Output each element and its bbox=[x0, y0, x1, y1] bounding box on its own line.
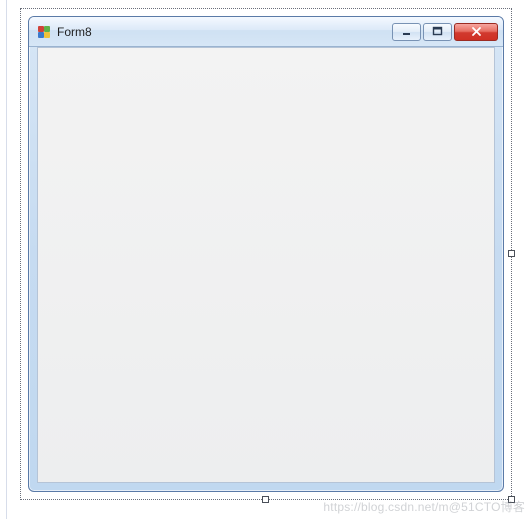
maximize-button[interactable] bbox=[423, 23, 452, 41]
window-control-buttons bbox=[392, 23, 498, 41]
window-title: Form8 bbox=[57, 25, 392, 39]
close-button[interactable] bbox=[454, 23, 498, 41]
form-client-area[interactable] bbox=[37, 47, 495, 483]
close-icon bbox=[470, 26, 483, 37]
ruler-guide bbox=[6, 0, 7, 519]
minimize-icon bbox=[401, 26, 412, 37]
minimize-button[interactable] bbox=[392, 23, 421, 41]
resize-handle-south[interactable] bbox=[262, 496, 269, 503]
watermark-text: https://blog.csdn.net/m@51CTO博客 bbox=[323, 498, 525, 515]
maximize-icon bbox=[432, 26, 443, 37]
form-window[interactable]: Form8 bbox=[28, 16, 504, 492]
app-icon bbox=[37, 25, 51, 39]
resize-handle-east[interactable] bbox=[508, 250, 515, 257]
designer-surface[interactable]: Form8 bbox=[0, 0, 531, 519]
title-bar[interactable]: Form8 bbox=[29, 17, 503, 47]
